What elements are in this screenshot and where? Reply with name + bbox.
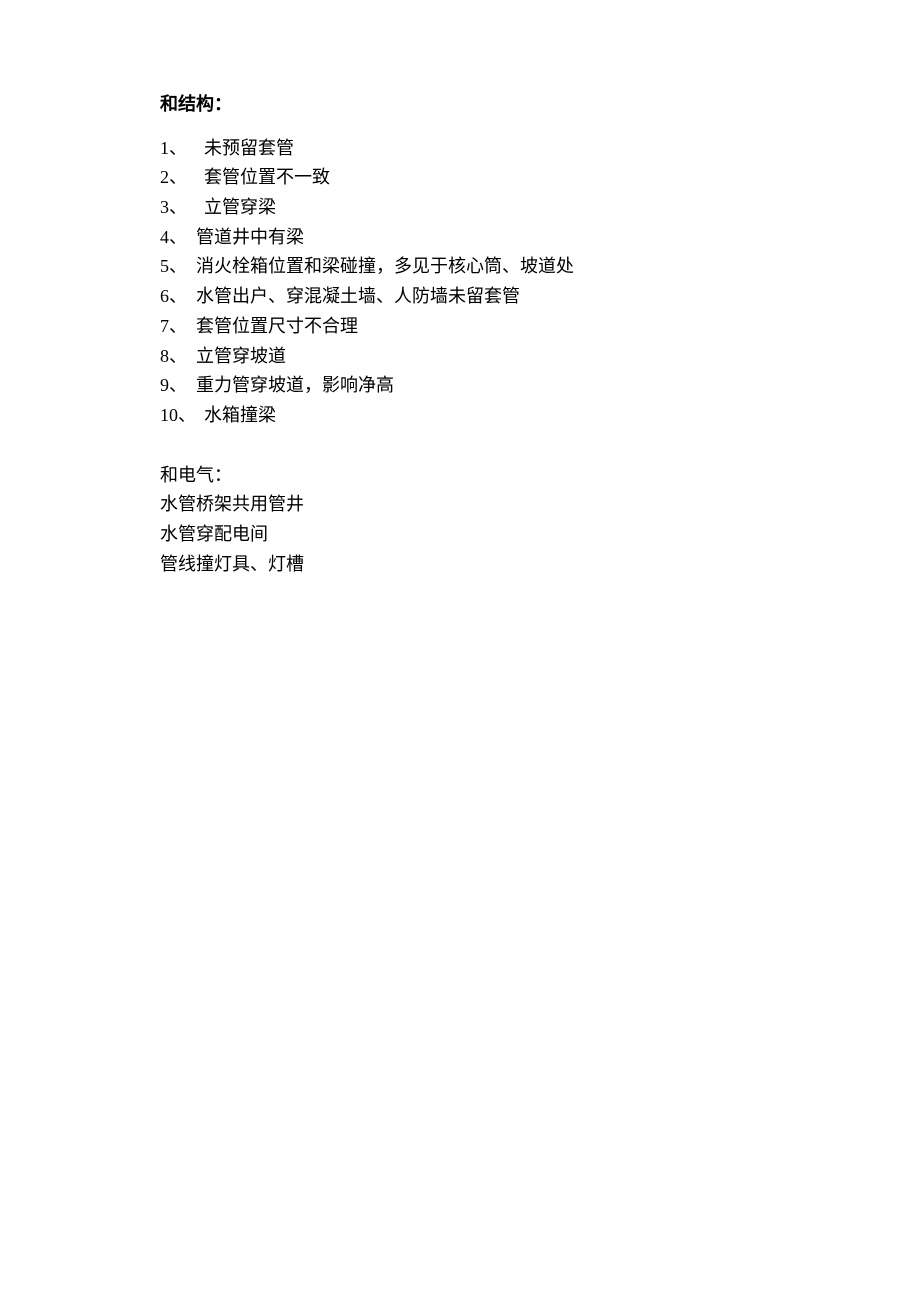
list-number: 9、 xyxy=(160,371,196,401)
list-number: 1、 xyxy=(160,134,204,164)
list-text: 重力管穿坡道，影响净高 xyxy=(196,371,394,401)
list-text: 水管出户、穿混凝土墙、人防墙未留套管 xyxy=(196,282,520,312)
section2-line: 水管桥架共用管井 xyxy=(160,490,770,520)
list-item: 7、 套管位置尺寸不合理 xyxy=(160,312,770,342)
list-text: 立管穿坡道 xyxy=(196,342,286,372)
list-item: 1、 未预留套管 xyxy=(160,134,770,164)
list-text: 套管位置尺寸不合理 xyxy=(196,312,358,342)
list-number: 3、 xyxy=(160,193,204,223)
section2-heading: 和电气： xyxy=(160,461,770,491)
list-number: 5、 xyxy=(160,252,196,282)
list-number: 10、 xyxy=(160,401,204,431)
list-item: 4、 管道井中有梁 xyxy=(160,223,770,253)
list-item: 6、 水管出户、穿混凝土墙、人防墙未留套管 xyxy=(160,282,770,312)
list-item: 5、 消火栓箱位置和梁碰撞，多见于核心筒、坡道处 xyxy=(160,252,770,282)
list-number: 4、 xyxy=(160,223,196,253)
section2-line: 水管穿配电间 xyxy=(160,520,770,550)
list-item: 3、 立管穿梁 xyxy=(160,193,770,223)
list-number: 8、 xyxy=(160,342,196,372)
list-item: 10、 水箱撞梁 xyxy=(160,401,770,431)
list-item: 2、 套管位置不一致 xyxy=(160,163,770,193)
list-text: 立管穿梁 xyxy=(204,193,276,223)
list-text: 套管位置不一致 xyxy=(204,163,330,193)
list-number: 7、 xyxy=(160,312,196,342)
section-spacer xyxy=(160,431,770,461)
list-text: 未预留套管 xyxy=(204,134,294,164)
list-text: 水箱撞梁 xyxy=(204,401,276,431)
list-item: 8、 立管穿坡道 xyxy=(160,342,770,372)
list-text: 管道井中有梁 xyxy=(196,223,304,253)
section2-line: 管线撞灯具、灯槽 xyxy=(160,550,770,580)
list-text: 消火栓箱位置和梁碰撞，多见于核心筒、坡道处 xyxy=(196,252,574,282)
list-number: 2、 xyxy=(160,163,204,193)
list-number: 6、 xyxy=(160,282,196,312)
list-item: 9、 重力管穿坡道，影响净高 xyxy=(160,371,770,401)
section1-heading: 和结构： xyxy=(160,90,770,120)
